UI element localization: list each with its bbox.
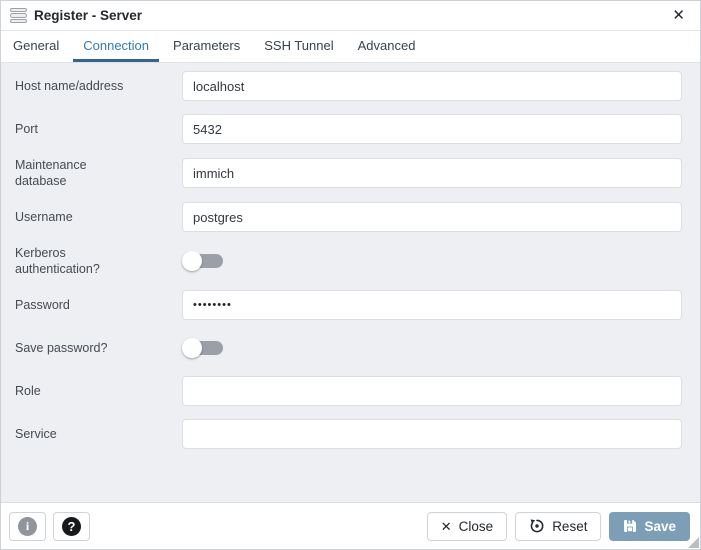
form-row: Port (1, 114, 691, 144)
server-stack-icon (10, 8, 27, 24)
form-row: Password (1, 290, 691, 320)
toggle-knob (182, 251, 202, 271)
dialog-footer: i ? ✕ Close Reset (1, 502, 700, 549)
save-password-label: Save password? (1, 340, 182, 356)
maintenance-database-input[interactable] (182, 158, 682, 188)
save-button[interactable]: Save (609, 512, 690, 541)
dialog-title: Register - Server (34, 8, 142, 23)
port-input[interactable] (182, 114, 682, 144)
close-icon[interactable]: ✕ (669, 6, 688, 25)
username-input[interactable] (182, 202, 682, 232)
close-x-icon: ✕ (441, 520, 452, 533)
username-label: Username (1, 209, 182, 225)
close-button-label: Close (459, 519, 494, 534)
tab-general[interactable]: General (3, 31, 69, 62)
tab-connection[interactable]: Connection (73, 31, 159, 62)
reset-icon (529, 518, 545, 534)
info-icon: i (18, 517, 37, 536)
reset-button-label: Reset (552, 519, 587, 534)
maintenance-database-label: Maintenance database (1, 157, 182, 189)
host-input[interactable] (182, 71, 682, 101)
kerberos-authentication-label: Kerberos authentication? (1, 245, 182, 277)
form-row: Service (1, 419, 691, 449)
toggle-knob (182, 338, 202, 358)
tab-parameters[interactable]: Parameters (163, 31, 250, 62)
role-input[interactable] (182, 376, 682, 406)
save-button-label: Save (644, 519, 676, 534)
host-label: Host name/address (1, 78, 182, 94)
help-icon: ? (62, 517, 81, 536)
form-row: Maintenance database (1, 157, 691, 189)
tab-advanced[interactable]: Advanced (348, 31, 426, 62)
form-row: Role (1, 376, 691, 406)
help-button[interactable]: ? (53, 512, 90, 541)
close-button[interactable]: ✕ Close (427, 512, 507, 541)
sql-info-button[interactable]: i (9, 512, 46, 541)
register-server-dialog: Register - Server ✕ General Connection P… (0, 0, 701, 550)
save-password-toggle[interactable] (182, 338, 223, 358)
form-row: Username (1, 202, 691, 232)
reset-button[interactable]: Reset (515, 512, 601, 541)
service-label: Service (1, 426, 182, 442)
form-row: Kerberos authentication? (1, 245, 691, 277)
connection-form: Host name/address Port Maintenance datab… (1, 63, 700, 502)
password-label: Password (1, 297, 182, 313)
save-floppy-icon (623, 519, 637, 533)
role-label: Role (1, 383, 182, 399)
resize-grip[interactable] (688, 537, 699, 548)
tab-bar: General Connection Parameters SSH Tunnel… (1, 31, 700, 63)
password-input[interactable] (182, 290, 682, 320)
tab-ssh-tunnel[interactable]: SSH Tunnel (254, 31, 343, 62)
kerberos-authentication-toggle[interactable] (182, 251, 223, 271)
dialog-header: Register - Server ✕ (1, 1, 700, 31)
form-row: Save password? (1, 333, 691, 363)
port-label: Port (1, 121, 182, 137)
form-row: Host name/address (1, 71, 691, 101)
service-input[interactable] (182, 419, 682, 449)
